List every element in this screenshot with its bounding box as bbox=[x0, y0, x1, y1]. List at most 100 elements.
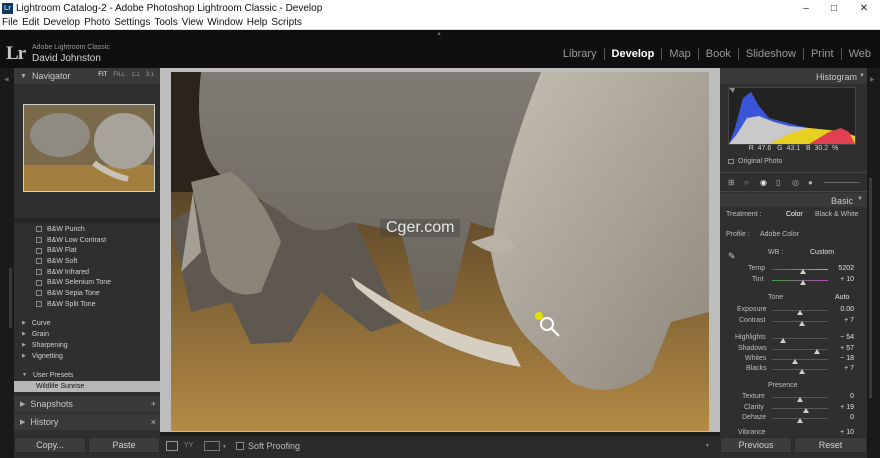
module-print[interactable]: Print bbox=[802, 48, 841, 60]
highlights-slider-handle[interactable] bbox=[780, 338, 786, 343]
preset-item[interactable]: B&W Punch bbox=[14, 224, 160, 235]
add-snapshot-icon[interactable]: + bbox=[151, 399, 156, 409]
graduated-filter-icon[interactable]: ▯ bbox=[776, 178, 780, 187]
zoom-fit[interactable]: FIT bbox=[98, 72, 107, 78]
collapse-right-icon[interactable]: ▶ bbox=[870, 76, 875, 83]
navigator-header[interactable]: ▼ Navigator FIT FILL 1:1 3:1 bbox=[14, 68, 160, 84]
chevron-down-icon[interactable]: ▼ bbox=[222, 444, 227, 450]
crop-overlay-icon[interactable]: ⊞ bbox=[728, 178, 735, 187]
clear-history-icon[interactable]: × bbox=[151, 417, 156, 427]
close-icon[interactable]: ✕ bbox=[850, 0, 878, 16]
profile-select[interactable]: Adobe Color bbox=[760, 231, 799, 238]
main-photo[interactable] bbox=[171, 72, 709, 431]
dehaze-value[interactable]: 0 bbox=[830, 414, 854, 421]
tint-value[interactable]: + 10 bbox=[830, 276, 854, 283]
tool-strip-slider[interactable] bbox=[824, 182, 860, 183]
dehaze-slider-handle[interactable] bbox=[797, 418, 803, 423]
preset-item[interactable]: B&W Soft bbox=[14, 256, 160, 267]
module-book[interactable]: Book bbox=[697, 48, 738, 60]
preset-item[interactable]: B&W Sepia Tone bbox=[14, 288, 160, 299]
texture-value[interactable]: 0 bbox=[830, 393, 854, 400]
reset-button[interactable]: Reset bbox=[794, 437, 867, 453]
exposure-value[interactable]: 0.00 bbox=[830, 306, 854, 313]
blacks-value[interactable]: + 7 bbox=[830, 365, 854, 372]
menu-photo[interactable]: Photo bbox=[84, 17, 110, 28]
adjustment-brush-icon[interactable]: ● bbox=[808, 178, 813, 187]
preset-group-vignetting[interactable]: ▶ Vignetting bbox=[14, 351, 160, 362]
tint-slider-handle[interactable] bbox=[800, 280, 806, 285]
temp-value[interactable]: 5202 bbox=[830, 265, 854, 272]
collapse-left-icon[interactable]: ◀ bbox=[4, 76, 9, 83]
tone-auto-button[interactable]: Auto bbox=[835, 294, 849, 301]
left-scrollbar[interactable] bbox=[9, 268, 12, 328]
original-photo-checkbox[interactable] bbox=[728, 159, 734, 164]
module-develop[interactable]: Develop bbox=[603, 48, 662, 60]
contrast-value[interactable]: + 7 bbox=[830, 317, 854, 324]
red-eye-icon[interactable]: ◉ bbox=[760, 178, 767, 187]
shadows-value[interactable]: + 57 bbox=[830, 345, 854, 352]
preset-group-grain[interactable]: ▶ Grain bbox=[14, 329, 160, 340]
menu-view[interactable]: View bbox=[182, 17, 204, 28]
treatment-color-option[interactable]: Color bbox=[786, 211, 803, 218]
contrast-slider-handle[interactable] bbox=[799, 321, 805, 326]
loupe-view-icon[interactable] bbox=[166, 441, 178, 451]
histogram-header[interactable]: Histogram ▼ bbox=[720, 68, 867, 84]
module-map[interactable]: Map bbox=[661, 48, 697, 60]
navigator-preview-image[interactable] bbox=[23, 104, 155, 192]
zoom-3-1[interactable]: 3:1 bbox=[146, 72, 154, 78]
panel-toggle-top-icon[interactable]: ▲ bbox=[436, 31, 442, 37]
right-scrollbar[interactable] bbox=[869, 178, 872, 398]
clarity-slider-handle[interactable] bbox=[803, 408, 809, 413]
histogram-graph[interactable] bbox=[728, 87, 856, 145]
preset-item[interactable]: B&W Selenium Tone bbox=[14, 277, 160, 288]
preset-item[interactable]: B&W Low Contrast bbox=[14, 235, 160, 246]
before-after-icon[interactable]: YY bbox=[184, 442, 193, 449]
clarity-value[interactable]: + 19 bbox=[830, 404, 854, 411]
preset-group-sharpening[interactable]: ▶ Sharpening bbox=[14, 340, 160, 351]
preset-item[interactable]: B&W Split Tone bbox=[14, 299, 160, 310]
whites-value[interactable]: − 18 bbox=[830, 355, 854, 362]
radial-filter-icon[interactable]: ◎ bbox=[792, 178, 799, 187]
wb-select[interactable]: Custom bbox=[810, 249, 834, 256]
preset-item-selected[interactable]: Wildlife Sunrise bbox=[14, 380, 160, 392]
vibrance-value[interactable]: + 10 bbox=[830, 429, 854, 436]
clarity-slider[interactable] bbox=[772, 408, 828, 409]
toolbar-menu-icon[interactable]: ▼ bbox=[705, 443, 710, 449]
snapshots-header[interactable]: ▶ Snapshots + bbox=[14, 396, 160, 412]
menu-scripts[interactable]: Scripts bbox=[271, 17, 302, 28]
module-web[interactable]: Web bbox=[840, 48, 878, 60]
paste-button[interactable]: Paste bbox=[88, 437, 160, 453]
texture-slider-handle[interactable] bbox=[797, 397, 803, 402]
maximize-icon[interactable]: □ bbox=[820, 0, 848, 16]
menu-develop[interactable]: Develop bbox=[43, 17, 80, 28]
shadows-slider-handle[interactable] bbox=[814, 349, 820, 354]
spot-removal-icon[interactable]: ○ bbox=[744, 178, 749, 187]
highlights-value[interactable]: − 54 bbox=[830, 334, 854, 341]
whites-slider[interactable] bbox=[772, 359, 828, 360]
left-panel-edge[interactable]: ◀ bbox=[0, 68, 14, 458]
exposure-slider-handle[interactable] bbox=[797, 310, 803, 315]
compare-view-icon[interactable] bbox=[204, 441, 220, 451]
menu-tools[interactable]: Tools bbox=[154, 17, 177, 28]
whites-slider-handle[interactable] bbox=[792, 359, 798, 364]
preset-item[interactable]: B&W Flat bbox=[14, 245, 160, 256]
minimize-icon[interactable]: – bbox=[792, 0, 820, 16]
white-balance-picker-icon[interactable]: ✎ bbox=[728, 251, 736, 262]
previous-button[interactable]: Previous bbox=[720, 437, 792, 453]
copy-button[interactable]: Copy... bbox=[14, 437, 86, 453]
menu-file[interactable]: File bbox=[2, 17, 18, 28]
history-header[interactable]: ▶ History × bbox=[14, 414, 160, 430]
preset-group-user-presets[interactable]: ▼ User Presets bbox=[14, 370, 160, 381]
right-panel-edge[interactable]: ▶ bbox=[867, 68, 880, 458]
menu-window[interactable]: Window bbox=[207, 17, 243, 28]
temp-slider-handle[interactable] bbox=[800, 269, 806, 274]
module-slideshow[interactable]: Slideshow bbox=[737, 48, 803, 60]
menu-settings[interactable]: Settings bbox=[114, 17, 150, 28]
zoom-fill[interactable]: FILL bbox=[113, 72, 125, 78]
zoom-1-1[interactable]: 1:1 bbox=[131, 72, 139, 78]
menu-help[interactable]: Help bbox=[247, 17, 268, 28]
blacks-slider-handle[interactable] bbox=[799, 369, 805, 374]
soft-proofing-checkbox[interactable] bbox=[236, 442, 244, 450]
basic-header[interactable]: Basic ▼ bbox=[720, 193, 867, 207]
menu-edit[interactable]: Edit bbox=[22, 17, 39, 28]
